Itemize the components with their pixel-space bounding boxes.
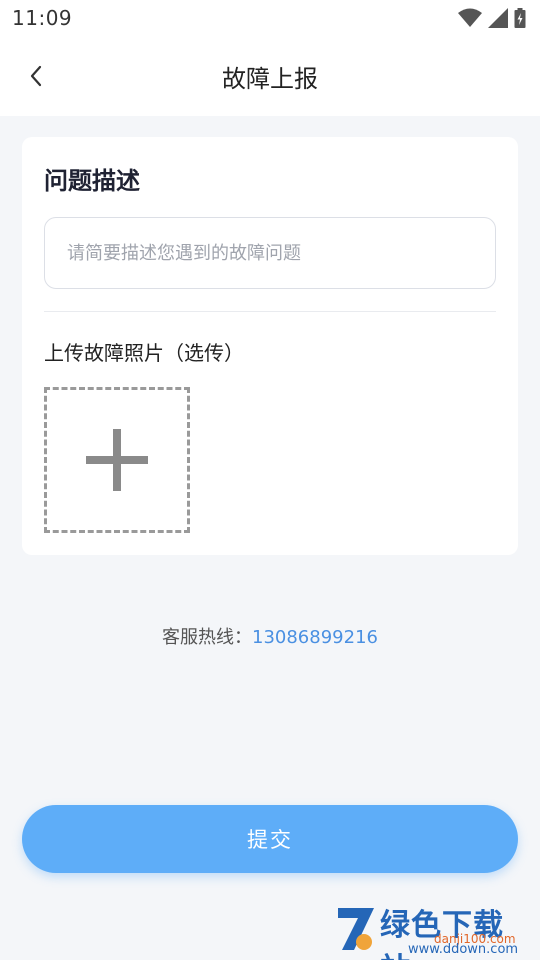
upload-photo-button[interactable] bbox=[44, 387, 190, 533]
screen: 11:09 故障上报 问题描述 上传故障照片（选传） bbox=[0, 0, 540, 960]
status-time: 11:09 bbox=[12, 6, 73, 30]
back-button[interactable] bbox=[20, 56, 52, 96]
upload-photo-label: 上传故障照片（选传） bbox=[44, 341, 244, 365]
customer-service-hotline: 客服热线：13086899216 bbox=[0, 623, 540, 649]
hotline-label: 客服热线： bbox=[162, 627, 252, 648]
watermark-emblem-icon bbox=[338, 908, 374, 950]
battery-icon bbox=[514, 8, 526, 28]
submit-button[interactable]: 提交 bbox=[22, 805, 518, 873]
status-icons bbox=[458, 8, 526, 28]
nav-bar: 故障上报 bbox=[0, 36, 540, 116]
page-title: 故障上报 bbox=[222, 64, 318, 93]
watermark-url-bottom: www.ddown.com bbox=[408, 942, 519, 957]
problem-description-title: 问题描述 bbox=[44, 167, 140, 195]
hotline-phone-link[interactable]: 13086899216 bbox=[252, 627, 378, 648]
report-form-card: 问题描述 上传故障照片（选传） bbox=[22, 137, 518, 555]
signal-icon bbox=[488, 8, 508, 28]
wifi-icon bbox=[458, 8, 482, 27]
status-bar: 11:09 bbox=[0, 0, 540, 36]
divider bbox=[44, 311, 496, 312]
plus-icon bbox=[86, 429, 148, 491]
chevron-left-icon bbox=[30, 65, 42, 87]
description-input[interactable] bbox=[44, 217, 496, 289]
watermark-logo: 绿色下载站 danji100.com www.ddown.com bbox=[334, 898, 534, 960]
